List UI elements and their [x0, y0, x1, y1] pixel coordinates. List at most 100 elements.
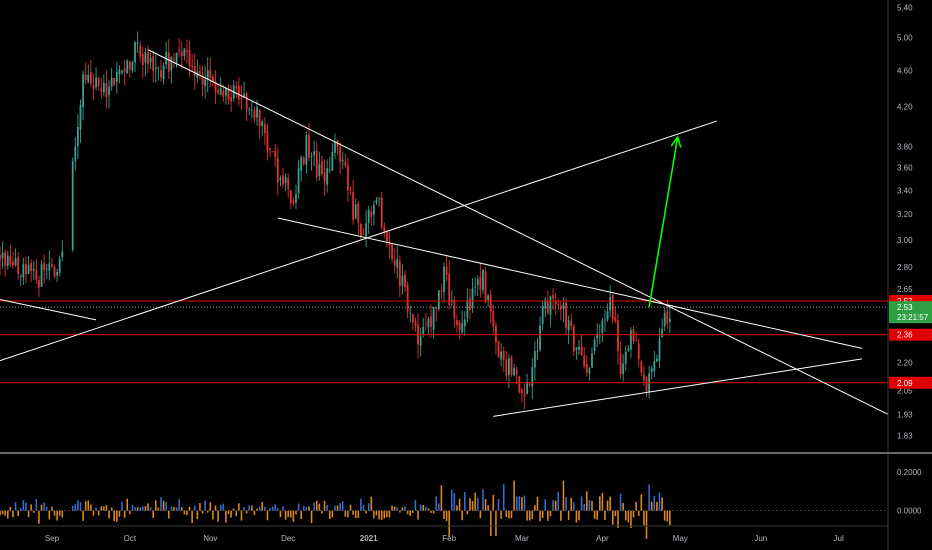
candle-body — [422, 326, 425, 334]
volume-bar — [167, 510, 170, 519]
candle-body — [414, 321, 417, 326]
candle-body — [248, 109, 251, 111]
candle-body — [557, 304, 560, 306]
volume-bar — [142, 506, 144, 511]
volume-bar — [290, 510, 292, 518]
volume-bar — [274, 504, 277, 511]
volume-bar — [521, 497, 523, 511]
candle-body — [513, 368, 516, 375]
volume-bar — [45, 506, 48, 511]
volume-bar — [328, 510, 331, 520]
candle-body — [154, 67, 157, 70]
volume-bar — [567, 510, 570, 520]
volume-bar — [630, 510, 632, 528]
volume-bar — [528, 510, 531, 521]
candle-body — [430, 316, 432, 327]
candle-body — [199, 71, 201, 74]
volume-bar — [269, 508, 271, 511]
volume-bar — [14, 502, 17, 511]
candle-body — [35, 270, 38, 280]
volume-bar — [204, 500, 206, 511]
candle-body — [25, 263, 27, 274]
candle-body — [476, 279, 479, 286]
candle-body — [287, 178, 290, 189]
candle-body — [668, 318, 671, 323]
volume-bar — [136, 507, 139, 511]
candle-body — [141, 54, 144, 66]
volume-bar — [373, 510, 375, 519]
candle-body — [48, 263, 51, 271]
candle-body — [115, 71, 118, 82]
candle-body — [341, 159, 344, 162]
candle-body — [186, 50, 188, 52]
volume-bar — [531, 510, 534, 519]
candle-body — [237, 85, 240, 100]
candle-body — [121, 70, 123, 73]
candle-body — [292, 200, 295, 204]
volume-bar — [230, 510, 232, 518]
candle-body — [362, 233, 365, 235]
candle-body — [572, 325, 575, 352]
volume-bar — [71, 505, 74, 511]
volume-bar — [100, 506, 103, 511]
candle-body — [536, 351, 539, 352]
volume-bar — [58, 510, 61, 516]
volume-bar — [318, 503, 321, 511]
volume-bar — [487, 505, 489, 511]
candle-body — [318, 163, 321, 177]
volume-bar — [134, 507, 136, 511]
volume-bar — [240, 510, 243, 521]
candle-body — [495, 325, 497, 343]
candle-body — [38, 280, 40, 288]
volume-bar — [243, 507, 245, 511]
volume-bar — [178, 499, 180, 511]
candle-body — [14, 258, 17, 266]
candle-body — [609, 296, 612, 311]
candle-body — [588, 368, 591, 374]
candle-body — [580, 346, 583, 356]
volume-bar — [360, 498, 362, 511]
volume-bar — [103, 506, 105, 511]
candle-body — [271, 151, 274, 153]
volume-bar — [321, 510, 323, 514]
candle-body — [149, 58, 152, 63]
volume-bar — [248, 505, 251, 511]
volume-bar — [258, 506, 261, 511]
volume-bar — [160, 497, 162, 511]
candle-body — [295, 193, 297, 203]
price-marker-value: 2.53 — [897, 303, 913, 312]
candle-body — [411, 313, 414, 323]
candle-body — [263, 124, 266, 134]
volume-bar — [214, 505, 217, 511]
candle-body — [217, 90, 220, 94]
volume-bar — [435, 496, 437, 511]
volume-bar — [264, 506, 266, 511]
candle-body — [331, 152, 334, 171]
candle-body — [463, 319, 466, 327]
candle-body — [453, 300, 456, 318]
price-chart[interactable]: 5.40 5.00 4.60 4.20 3.80 3.60 3.40 3.20 3.00 2.80… — [0, 0, 932, 550]
volume-bar — [38, 510, 40, 524]
volume-bar — [547, 510, 549, 521]
candle-body — [9, 256, 12, 265]
candle-body — [635, 340, 638, 342]
candle-body — [305, 135, 308, 165]
volume-bar — [157, 507, 160, 511]
volume-bar — [162, 500, 165, 511]
candle-body — [445, 266, 448, 276]
volume-bar — [445, 510, 448, 522]
price-tick-label: 3.00 — [897, 236, 913, 245]
candle-body — [315, 150, 318, 178]
candle-body — [372, 204, 375, 215]
candle-body — [45, 268, 48, 270]
volume-tick-label: 0.2000 — [897, 468, 922, 477]
volume-bar — [388, 510, 391, 518]
volume-bar — [305, 506, 308, 511]
volume-bar — [456, 505, 458, 511]
volume-bar — [173, 506, 175, 511]
candle-body — [383, 226, 386, 232]
candle-body — [598, 335, 601, 337]
volume-bar — [323, 500, 326, 511]
candle-body — [245, 93, 248, 110]
candle-body — [89, 72, 92, 85]
